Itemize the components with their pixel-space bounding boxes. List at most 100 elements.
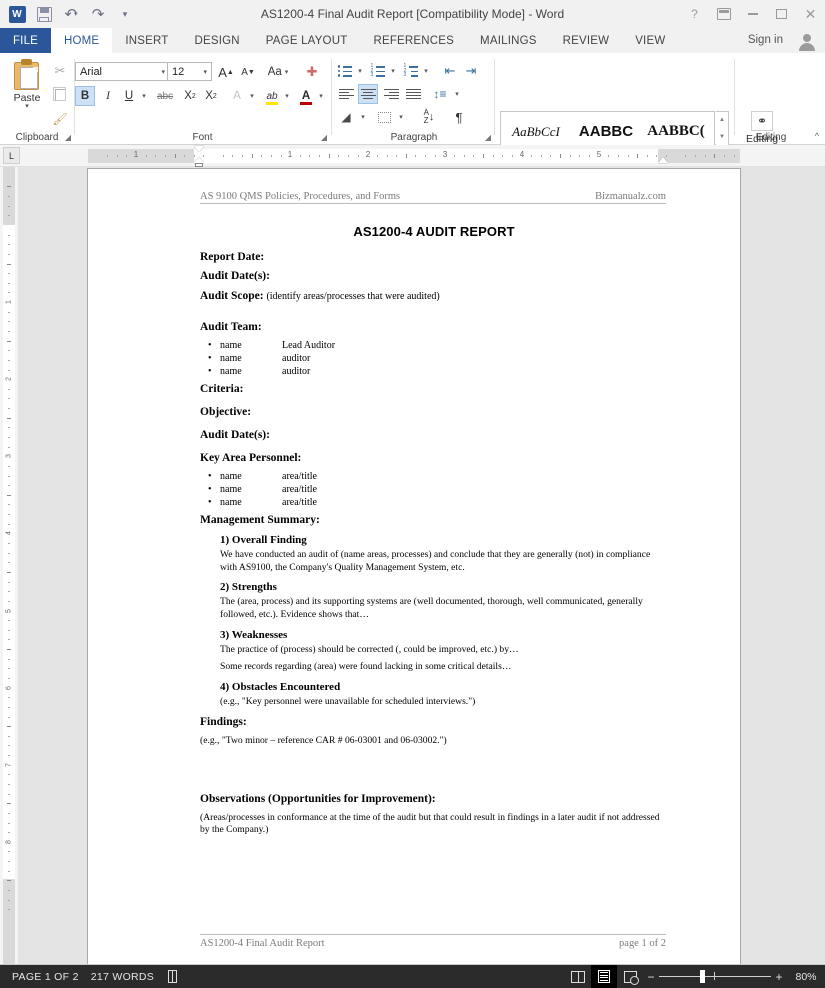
paragraph-weaknesses-2: Some records regarding (area) were found… xyxy=(220,661,512,673)
document-page[interactable]: AS 9100 QMS Policies, Procedures, and Fo… xyxy=(88,169,740,965)
gallery-scroll-down-icon[interactable]: ▼ xyxy=(716,129,728,146)
clipboard-dialog-launcher[interactable]: ◢ xyxy=(65,133,71,142)
borders-button[interactable] xyxy=(374,107,394,127)
proofing-errors-icon[interactable] xyxy=(166,970,179,983)
web-layout-view-button[interactable] xyxy=(617,965,643,988)
vertical-ruler[interactable]: 1 2 3 4 5 6 7 8 xyxy=(0,167,18,965)
zoom-level-label[interactable]: 80% xyxy=(787,971,825,983)
text-effects-button[interactable]: A xyxy=(228,86,246,106)
group-label-paragraph: Paragraph xyxy=(390,132,438,143)
change-case-button[interactable]: Aa ▾ xyxy=(263,62,293,82)
document-body[interactable]: AS1200-4 AUDIT REPORT Report Date: Audit… xyxy=(200,224,668,844)
right-indent-marker[interactable] xyxy=(658,157,668,163)
highlight-dropdown-icon[interactable]: ▾ xyxy=(282,86,292,106)
gallery-scroll-up-icon[interactable]: ▲ xyxy=(716,112,728,129)
align-right-button[interactable] xyxy=(381,84,401,104)
document-canvas[interactable]: AS 9100 QMS Policies, Procedures, and Fo… xyxy=(18,167,825,965)
ruler-number: 2 xyxy=(5,377,13,382)
person-role: area/title xyxy=(282,497,317,509)
highlight-color-button[interactable]: ab xyxy=(263,86,281,106)
ruler-number: 6 xyxy=(5,685,13,690)
justify-button[interactable] xyxy=(403,84,423,104)
tab-mailings[interactable]: MAILINGS xyxy=(467,28,550,53)
tab-design[interactable]: DESIGN xyxy=(181,28,252,53)
heading-weaknesses: 3) Weaknesses xyxy=(220,628,288,641)
zoom-in-button[interactable]: + xyxy=(771,970,787,984)
read-mode-view-button[interactable] xyxy=(565,965,591,988)
font-dialog-launcher[interactable]: ◢ xyxy=(321,133,327,142)
horizontal-ruler[interactable]: 1 1 2 3 4 5 xyxy=(88,149,740,163)
minimize-button[interactable] xyxy=(738,0,767,28)
line-spacing-dropdown-icon[interactable]: ▾ xyxy=(452,84,462,104)
increase-indent-button[interactable]: ⇥ xyxy=(462,61,480,81)
tab-home[interactable]: HOME xyxy=(51,28,113,53)
paragraph-dialog-launcher[interactable]: ◢ xyxy=(485,133,491,142)
tab-review[interactable]: REVIEW xyxy=(550,28,623,53)
decrease-indent-button[interactable]: ⇤ xyxy=(441,61,459,81)
italic-button[interactable]: I xyxy=(99,86,117,106)
zoom-slider-thumb[interactable] xyxy=(700,970,705,983)
strikethrough-button[interactable]: abc xyxy=(153,86,177,106)
ruler-tick xyxy=(7,340,11,342)
tab-file[interactable]: FILE xyxy=(0,28,51,53)
align-center-button[interactable] xyxy=(358,84,378,104)
ruler-tick xyxy=(8,706,10,708)
line-spacing-button[interactable]: ↕≡ xyxy=(430,84,450,104)
grow-font-button[interactable]: A ▲ xyxy=(216,62,236,82)
first-line-indent-marker[interactable] xyxy=(194,146,204,152)
subscript-button[interactable]: X2 xyxy=(180,86,200,106)
clear-formatting-icon[interactable]: ✚ xyxy=(301,62,323,82)
heading-strengths: 2) Strengths xyxy=(220,581,277,594)
close-button[interactable]: ✕ xyxy=(796,0,825,28)
bullets-button[interactable] xyxy=(336,61,354,81)
bullets-dropdown-icon[interactable]: ▾ xyxy=(355,61,365,81)
sign-in-link[interactable]: Sign in xyxy=(748,34,783,46)
align-left-button[interactable] xyxy=(336,84,356,104)
numbering-button[interactable]: 123 xyxy=(369,61,387,81)
numbering-dropdown-icon[interactable]: ▾ xyxy=(388,61,398,81)
multilevel-dropdown-icon[interactable]: ▾ xyxy=(421,61,431,81)
format-painter-button[interactable]: 🖌 xyxy=(50,109,70,129)
tab-view[interactable]: VIEW xyxy=(622,28,678,53)
multilevel-list-button[interactable]: 123 xyxy=(402,61,420,81)
status-page-indicator[interactable]: PAGE 1 OF 2 xyxy=(12,971,79,983)
superscript-button[interactable]: X2 xyxy=(201,86,221,106)
tab-page-layout[interactable]: PAGE LAYOUT xyxy=(253,28,361,53)
zoom-out-button[interactable]: − xyxy=(643,970,659,984)
cut-button[interactable]: ✂ xyxy=(50,61,70,81)
copy-button[interactable] xyxy=(50,85,70,105)
redo-icon[interactable]: ↷ xyxy=(85,2,111,26)
save-icon[interactable] xyxy=(31,2,57,26)
collapse-ribbon-button[interactable]: ^ xyxy=(815,131,819,141)
maximize-button[interactable] xyxy=(767,0,796,28)
text-effects-dropdown-icon[interactable]: ▾ xyxy=(247,86,257,106)
underline-dropdown-icon[interactable]: ▾ xyxy=(139,86,149,106)
ruler-tick xyxy=(319,155,321,157)
font-size-combo[interactable]: 12 ▾ xyxy=(167,62,212,81)
show-formatting-marks-button[interactable]: ¶ xyxy=(449,107,469,127)
tab-insert[interactable]: INSERT xyxy=(112,28,181,53)
zoom-slider[interactable] xyxy=(659,965,771,988)
print-layout-view-button[interactable] xyxy=(591,965,617,988)
sort-button[interactable]: A Z ↓ xyxy=(418,107,440,127)
bold-button[interactable]: B xyxy=(75,86,95,106)
shading-dropdown-icon[interactable]: ▾ xyxy=(358,107,368,127)
borders-dropdown-icon[interactable]: ▾ xyxy=(396,107,406,127)
tab-stop-selector[interactable]: L xyxy=(3,147,20,164)
word-logo-icon[interactable]: W xyxy=(4,2,30,26)
shading-button[interactable]: ◢ xyxy=(336,107,356,127)
paste-button[interactable]: Paste ▾ xyxy=(6,59,48,110)
tab-references[interactable]: REFERENCES xyxy=(360,28,467,53)
underline-button[interactable]: U xyxy=(120,86,138,106)
avatar[interactable] xyxy=(793,30,821,54)
status-word-count[interactable]: 217 WORDS xyxy=(91,971,154,983)
font-family-combo[interactable]: Arial ▾ xyxy=(75,62,170,81)
font-color-dropdown-icon[interactable]: ▾ xyxy=(316,86,326,106)
undo-icon[interactable]: ↶ ▾ xyxy=(58,2,84,26)
ribbon-display-options-icon[interactable] xyxy=(709,0,738,28)
customize-qat-icon[interactable]: ▾ xyxy=(112,2,138,26)
help-button[interactable]: ? xyxy=(680,0,709,28)
font-color-button[interactable]: A xyxy=(297,86,315,106)
shrink-font-button[interactable]: A ▼ xyxy=(238,62,258,82)
chevron-down-icon[interactable]: ▾ xyxy=(6,103,48,110)
